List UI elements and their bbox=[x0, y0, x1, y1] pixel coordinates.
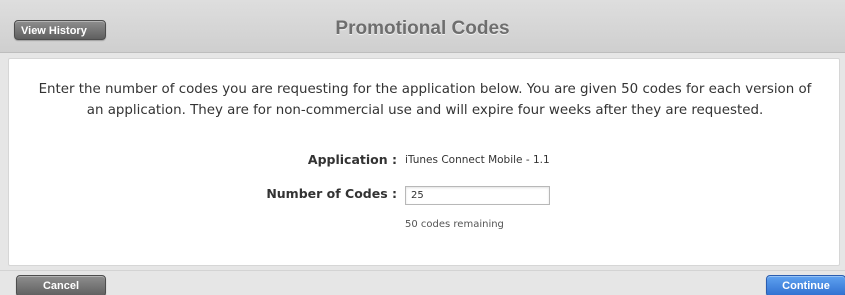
application-value: iTunes Connect Mobile - 1.1 bbox=[405, 154, 550, 166]
content-panel: Enter the number of codes you are reques… bbox=[8, 58, 840, 266]
page-title: Promotional Codes bbox=[335, 18, 510, 39]
application-label: Application : bbox=[307, 152, 397, 167]
promotional-codes-window: View History Promotional Codes Enter the… bbox=[0, 0, 845, 295]
header-bar: View History Promotional Codes bbox=[0, 0, 845, 53]
intro-text: Enter the number of codes you are reques… bbox=[38, 82, 812, 118]
number-of-codes-label: Number of Codes : bbox=[266, 186, 397, 201]
continue-button[interactable]: Continue bbox=[766, 275, 845, 295]
number-of-codes-input[interactable] bbox=[405, 186, 550, 205]
cancel-button[interactable]: Cancel bbox=[16, 275, 106, 295]
footer-divider bbox=[0, 270, 845, 271]
codes-remaining-text: 50 codes remaining bbox=[405, 219, 504, 230]
